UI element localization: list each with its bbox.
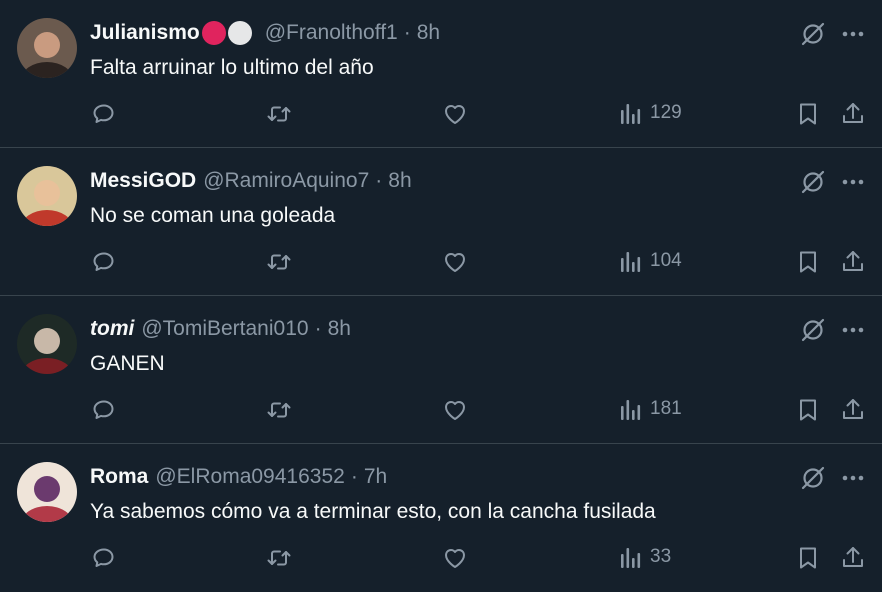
views-button[interactable]: 129 — [620, 101, 682, 125]
reply-icon[interactable] — [91, 249, 117, 275]
separator-dot: · — [375, 169, 383, 192]
share-icon[interactable] — [840, 101, 866, 127]
views-button[interactable]: 33 — [620, 545, 671, 569]
timestamp[interactable]: 8h — [328, 315, 351, 343]
more-icon[interactable] — [840, 318, 866, 342]
separator-dot: · — [350, 465, 358, 488]
display-name[interactable]: Julianismo — [90, 19, 200, 47]
avatar[interactable] — [17, 314, 77, 374]
tweet[interactable]: Roma @ElRoma09416352 · 7h Ya sabemos cómo va… — [0, 444, 882, 592]
more-icon[interactable] — [840, 170, 866, 194]
bookmark-icon[interactable] — [795, 249, 821, 275]
tweet-text: Falta arruinar lo ultimo del año — [90, 56, 374, 79]
tweet[interactable]: Julianismo @Franolthoff1 · 8h Falta arruinar… — [0, 0, 882, 148]
reply-icon[interactable] — [91, 101, 117, 127]
heart-icon[interactable] — [442, 249, 468, 275]
grok-icon[interactable] — [800, 169, 826, 195]
tweet-text: No se coman una goleada — [90, 204, 336, 227]
user-handle[interactable]: @ElRoma09416352 — [155, 463, 344, 491]
tweet-header: MessiGOD @RamiroAquino7 · 8h — [90, 167, 412, 195]
avatar[interactable] — [17, 462, 77, 522]
views-chart-icon — [621, 252, 641, 272]
user-handle[interactable]: @RamiroAquino7 — [203, 167, 369, 195]
separator-dot: · — [314, 317, 322, 340]
reply-icon[interactable] — [91, 397, 117, 423]
user-handle[interactable]: @Franolthoff1 — [265, 19, 398, 47]
share-icon[interactable] — [840, 545, 866, 571]
views-count: 104 — [650, 250, 682, 271]
grok-icon[interactable] — [800, 317, 826, 343]
retweet-icon[interactable] — [266, 101, 292, 127]
tweet[interactable]: tomi @TomiBertani010 · 8h GANEN 181 — [0, 296, 882, 444]
bookmark-icon[interactable] — [795, 545, 821, 571]
reply-icon[interactable] — [91, 545, 117, 571]
tweet-header: Roma @ElRoma09416352 · 7h — [90, 463, 387, 491]
retweet-icon[interactable] — [266, 545, 292, 571]
display-name[interactable]: Roma — [90, 463, 148, 491]
retweet-icon[interactable] — [266, 397, 292, 423]
views-count: 181 — [650, 398, 682, 419]
retweet-icon[interactable] — [266, 249, 292, 275]
timestamp[interactable]: 7h — [364, 463, 387, 491]
tweet-text: Ya sabemos cómo va a terminar esto, con … — [90, 500, 656, 523]
name-emojis — [201, 21, 252, 45]
more-icon[interactable] — [840, 22, 866, 46]
views-count: 129 — [650, 102, 682, 123]
heart-icon[interactable] — [442, 101, 468, 127]
views-button[interactable]: 181 — [620, 397, 682, 421]
heart-icon[interactable] — [442, 545, 468, 571]
emoji-circle-icon — [201, 21, 226, 45]
share-icon[interactable] — [840, 249, 866, 275]
emoji-circle-icon — [227, 21, 252, 45]
tweet-feed: Julianismo @Franolthoff1 · 8h Falta arruinar… — [0, 0, 882, 592]
timestamp[interactable]: 8h — [417, 19, 440, 47]
grok-icon[interactable] — [800, 465, 826, 491]
tweet-header: tomi @TomiBertani010 · 8h — [90, 315, 351, 343]
tweet-header: Julianismo @Franolthoff1 · 8h — [90, 19, 440, 47]
views-count: 33 — [650, 546, 672, 567]
grok-icon[interactable] — [800, 21, 826, 47]
more-icon[interactable] — [840, 466, 866, 490]
views-button[interactable]: 104 — [620, 249, 682, 273]
share-icon[interactable] — [840, 397, 866, 423]
user-handle[interactable]: @TomiBertani010 — [141, 315, 308, 343]
bookmark-icon[interactable] — [795, 397, 821, 423]
tweet[interactable]: MessiGOD @RamiroAquino7 · 8h No se coman una… — [0, 148, 882, 296]
separator-dot: · — [403, 21, 411, 44]
timestamp[interactable]: 8h — [388, 167, 411, 195]
bookmark-icon[interactable] — [795, 101, 821, 127]
avatar[interactable] — [17, 166, 77, 226]
avatar[interactable] — [17, 18, 77, 78]
views-chart-icon — [621, 400, 641, 420]
heart-icon[interactable] — [442, 397, 468, 423]
display-name[interactable]: tomi — [90, 315, 134, 343]
views-chart-icon — [621, 548, 641, 568]
display-name[interactable]: MessiGOD — [90, 167, 196, 195]
tweet-text: GANEN — [90, 352, 165, 375]
views-chart-icon — [621, 104, 641, 124]
